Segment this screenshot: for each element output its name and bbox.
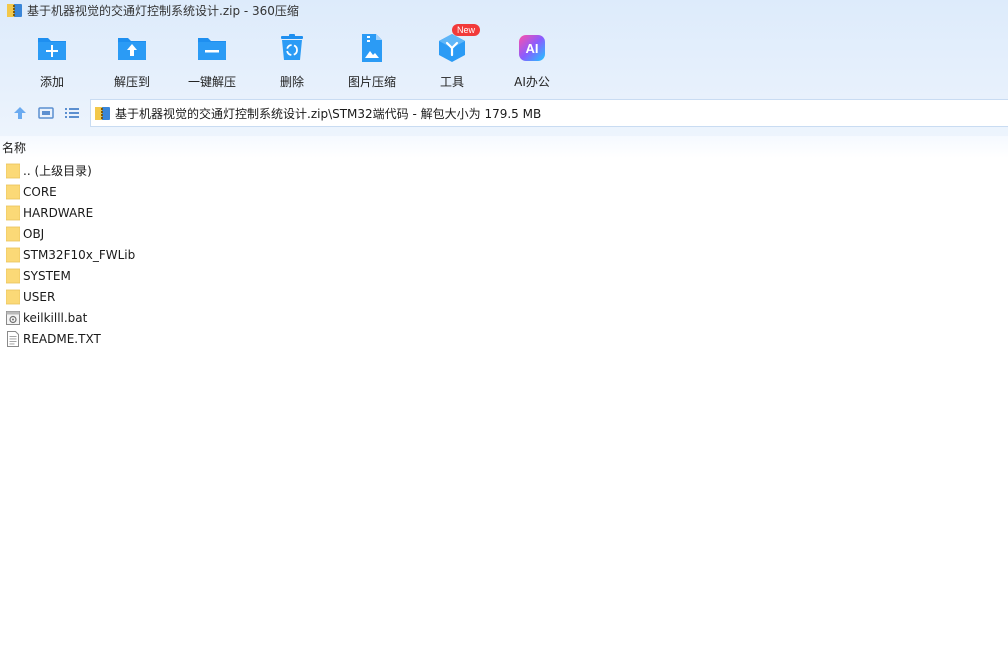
add-folder-icon [38, 38, 66, 60]
list-item-parent-dir[interactable]: .. (上级目录) [0, 160, 1008, 181]
up-arrow-icon[interactable] [12, 105, 28, 121]
title-bar: 基于机器视觉的交通灯控制系统设计.zip - 360压缩 [0, 0, 1008, 20]
top-chrome: 基于机器视觉的交通灯控制系统设计.zip - 360压缩 添加 解压到 一键解压… [0, 0, 1008, 136]
list-item-hardware[interactable]: HARDWARE [0, 202, 1008, 223]
folder-icon [6, 184, 20, 199]
navigation-row: 基于机器视觉的交通灯控制系统设计.zip\STM32端代码 - 解包大小为 17… [0, 98, 1008, 128]
folder-icon [6, 205, 20, 220]
list-item-readme-txt[interactable]: README.TXT [0, 328, 1008, 349]
folder-icon [6, 163, 20, 178]
archive-app-icon [7, 3, 22, 17]
add-button[interactable]: 添加 [7, 28, 97, 90]
path-text: 基于机器视觉的交通灯控制系统设计.zip\STM32端代码 - 解包大小为 17… [115, 106, 542, 121]
extract-folder-icon [118, 38, 146, 60]
list-item-core[interactable]: CORE [0, 181, 1008, 202]
file-name: CORE [23, 184, 57, 199]
folder-icon [6, 226, 20, 241]
ai-icon-text: AI [526, 41, 539, 56]
file-name: OBJ [23, 226, 45, 241]
column-header-name[interactable]: 名称 [0, 136, 1008, 158]
archive-path-icon [95, 106, 110, 120]
one-click-extract-button[interactable]: 一键解压 [167, 28, 257, 90]
list-view-icon[interactable] [64, 105, 80, 121]
new-badge: New [452, 24, 481, 36]
batch-file-icon [6, 310, 20, 325]
ai-office-button[interactable]: AI AI办公 [487, 28, 577, 90]
thumbnail-view-icon[interactable] [38, 105, 54, 121]
window-title: 基于机器视觉的交通灯控制系统设计.zip - 360压缩 [27, 3, 299, 18]
list-item-user[interactable]: USER [0, 286, 1008, 307]
list-item-system[interactable]: SYSTEM [0, 265, 1008, 286]
list-item-keilkilll-bat[interactable]: keilkilll.bat [0, 307, 1008, 328]
delete-button[interactable]: 删除 [247, 28, 337, 90]
extract-to-button[interactable]: 解压到 [87, 28, 177, 90]
file-name: HARDWARE [23, 205, 94, 220]
file-list: 名称 .. (上级目录) CORE HARDWARE OBJ STM32F10x… [0, 136, 1008, 672]
image-compress-label: 图片压缩 [347, 75, 396, 89]
path-bar[interactable]: 基于机器视觉的交通灯控制系统设计.zip\STM32端代码 - 解包大小为 17… [90, 99, 1008, 127]
text-file-icon [7, 330, 19, 347]
recycle-bin-icon [281, 34, 303, 60]
add-label: 添加 [39, 75, 64, 89]
file-name: USER [23, 289, 56, 304]
tools-label: 工具 [439, 75, 464, 89]
one-click-extract-label: 一键解压 [187, 75, 236, 89]
file-name: .. (上级目录) [23, 164, 92, 178]
file-name: README.TXT [23, 331, 101, 346]
file-name: STM32F10x_FWLib [23, 247, 136, 262]
tools-button[interactable]: New 工具 [407, 24, 497, 90]
extract-to-label: 解压到 [113, 75, 150, 89]
file-name: SYSTEM [23, 268, 71, 283]
file-name: keilkilll.bat [23, 310, 88, 325]
folder-icon [6, 268, 20, 283]
ai-office-icon: AI [519, 35, 545, 61]
delete-label: 删除 [279, 75, 304, 89]
list-item-obj[interactable]: OBJ [0, 223, 1008, 244]
image-zip-icon [362, 34, 382, 62]
image-compress-button[interactable]: 图片压缩 [327, 28, 417, 90]
list-item-stm32f10x-fwlib[interactable]: STM32F10x_FWLib [0, 244, 1008, 265]
tools-cube-icon [439, 34, 465, 62]
one-click-extract-icon [198, 38, 226, 60]
folder-icon [6, 247, 20, 262]
file-rows: .. (上级目录) CORE HARDWARE OBJ STM32F10x_FW… [0, 160, 1008, 349]
ai-office-label: AI办公 [514, 75, 550, 89]
toolbar: 添加 解压到 一键解压 删除 图片压缩 New 工具 AI AI办公 [0, 24, 1008, 90]
folder-icon [6, 289, 20, 304]
